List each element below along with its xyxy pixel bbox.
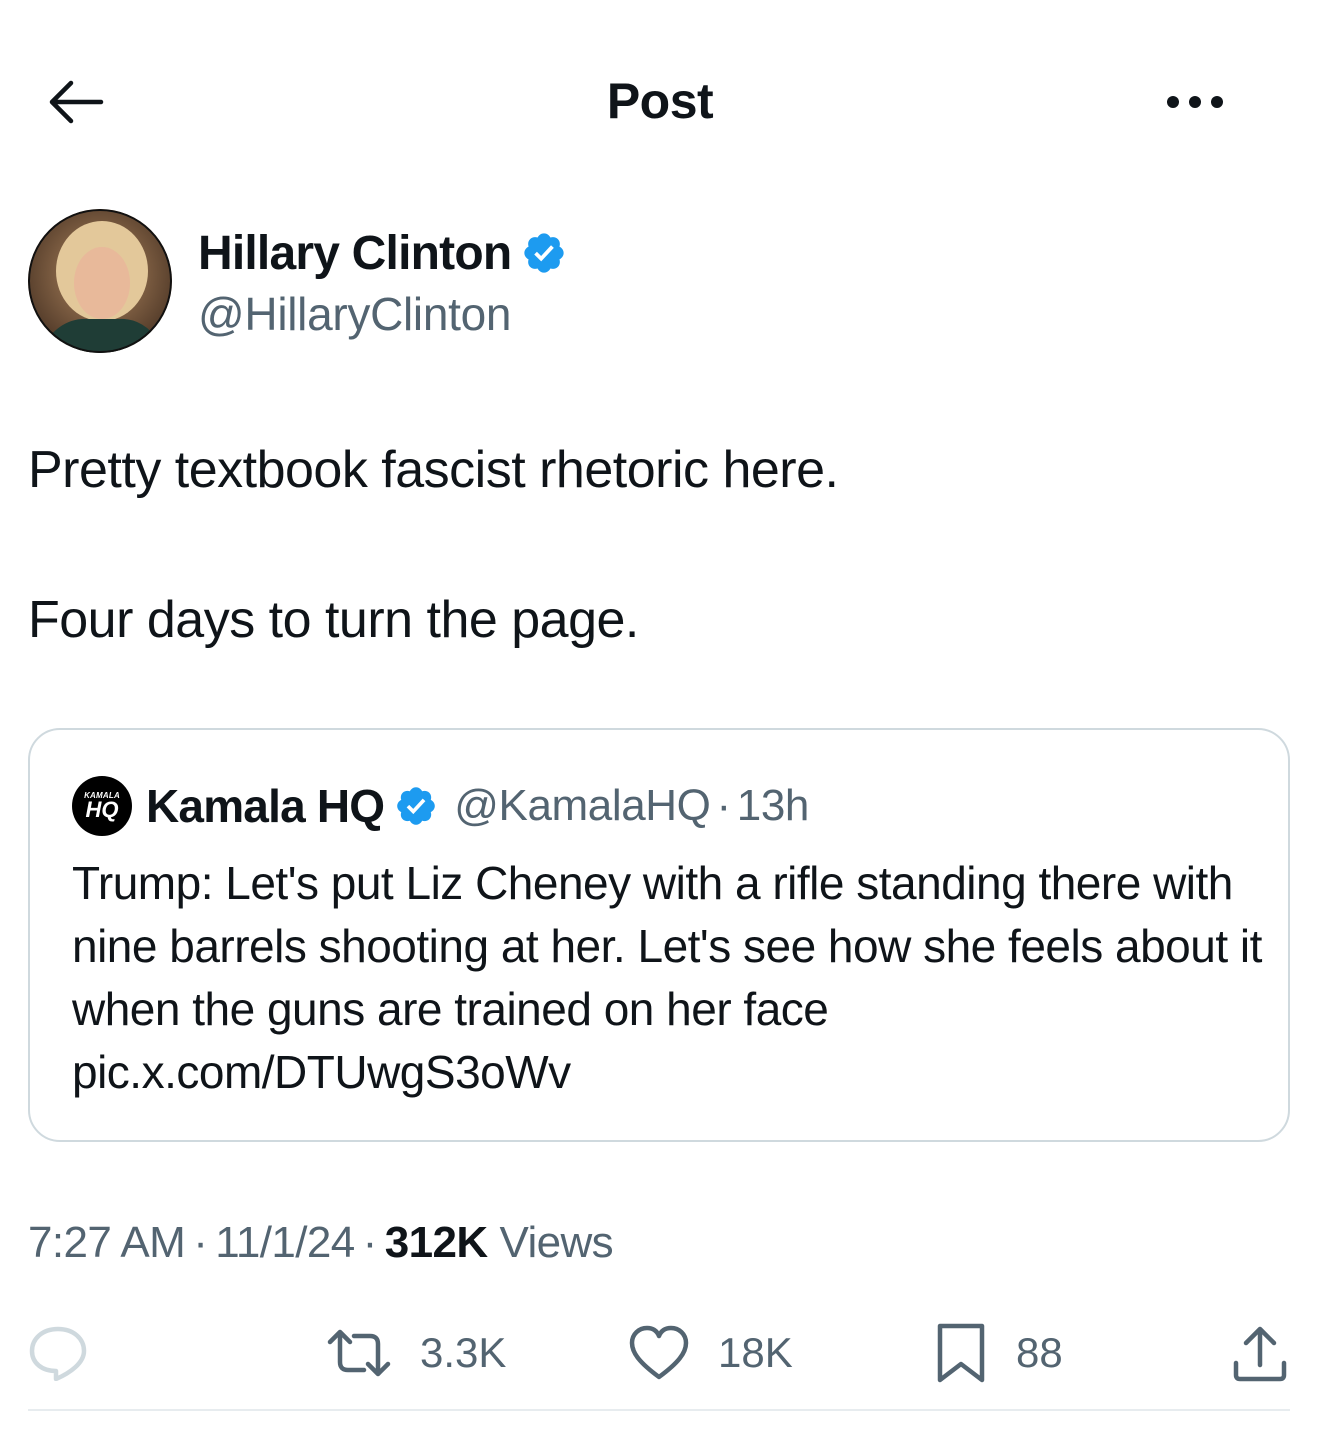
quoted-post-card[interactable]: KAMALA HQ Kamala HQ @KamalaHQ · 13h Trum… — [28, 728, 1290, 1142]
like-button[interactable]: 18K — [628, 1318, 793, 1388]
quoted-avatar-big-text: HQ — [85, 797, 119, 822]
avatar[interactable] — [28, 209, 172, 353]
bookmark-button[interactable]: 88 — [934, 1318, 1063, 1388]
post-date: 11/1/24 — [215, 1218, 355, 1267]
retweet-button[interactable]: 3.3K — [326, 1318, 506, 1388]
quoted-post-text: Trump: Let's put Liz Cheney with a rifle… — [72, 857, 1262, 1098]
views-count: 312K — [384, 1218, 488, 1267]
meta-separator: · — [362, 1218, 378, 1267]
post-author: Hillary Clinton @HillaryClinton — [28, 207, 567, 355]
quoted-separator: · — [716, 781, 732, 830]
views-label: Views — [499, 1218, 614, 1267]
divider — [28, 1409, 1290, 1411]
retweet-icon — [327, 1329, 391, 1377]
post-text-line-1: Pretty textbook fascist rhetoric here. — [28, 441, 839, 499]
quoted-post-header: KAMALA HQ Kamala HQ @KamalaHQ · 13h — [72, 776, 809, 836]
top-bar: Post — [0, 0, 1320, 200]
reply-icon — [29, 1326, 87, 1381]
bookmark-count: 88 — [1016, 1329, 1063, 1376]
quoted-author-handle: @KamalaHQ — [454, 781, 711, 830]
meta-separator: · — [193, 1218, 208, 1267]
more-horizontal-icon — [1167, 96, 1223, 108]
heart-icon — [629, 1325, 689, 1380]
quoted-avatar: KAMALA HQ — [72, 776, 132, 836]
verified-badge-icon — [394, 784, 438, 828]
more-options-button[interactable] — [1160, 80, 1230, 124]
quoted-author-name: Kamala HQ — [146, 780, 385, 832]
quoted-timestamp: 13h — [736, 781, 810, 830]
like-count: 18K — [718, 1329, 793, 1376]
bookmark-icon — [937, 1323, 985, 1383]
retweet-count: 3.3K — [420, 1329, 507, 1376]
page-title: Post — [606, 73, 714, 129]
reply-button[interactable] — [28, 1318, 88, 1388]
post-text-line-2: Four days to turn the page. — [28, 591, 639, 649]
share-icon — [1233, 1326, 1287, 1382]
post-meta: 7:27 AM · 11/1/24 · 312K Views — [28, 1218, 614, 1268]
author-name[interactable]: Hillary Clinton — [198, 226, 512, 281]
share-button[interactable] — [1230, 1318, 1290, 1388]
author-handle[interactable]: @HillaryClinton — [198, 287, 567, 341]
post-time: 7:27 AM — [28, 1218, 186, 1267]
verified-badge-icon — [521, 230, 567, 276]
